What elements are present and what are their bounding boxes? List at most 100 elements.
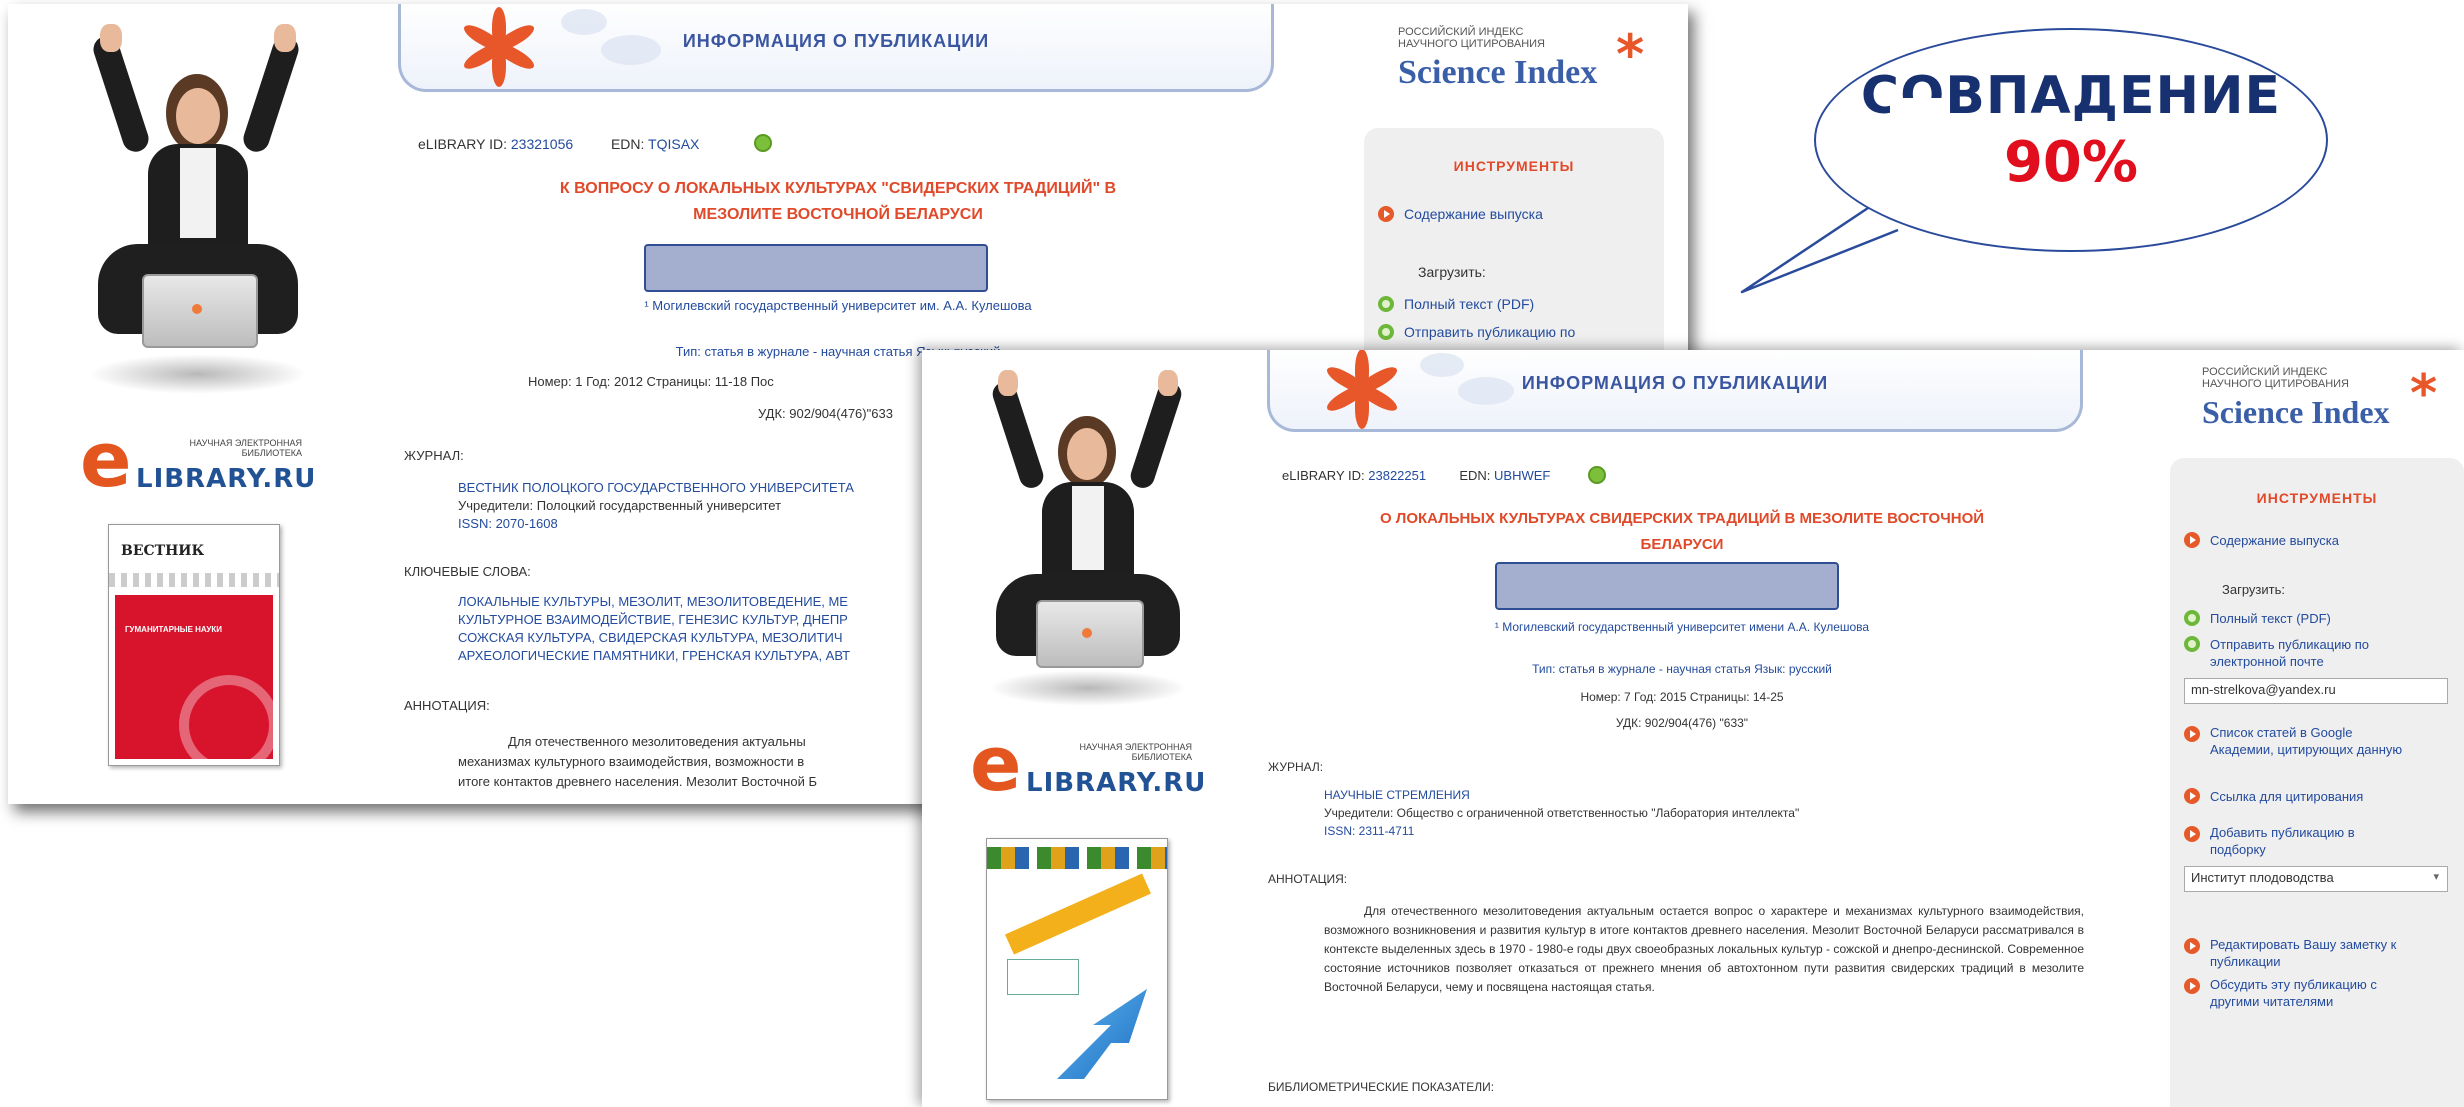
si-caption-1: РОССИЙСКИЙ ИНДЕКС [2202,366,2328,378]
contents-arrow-icon [1378,206,1394,222]
elibrary-logo-caption-top: НАУЧНАЯ ЭЛЕКТРОННАЯ [189,438,302,448]
type-language-row: Тип: статья в журнале - научная статья Я… [1532,662,1832,676]
email-icon [1378,324,1394,340]
contents-arrow-icon [2184,532,2200,548]
publication-info-banner: ИНФОРМАЦИЯ О ПУБЛИКАЦИИ [1267,350,2083,432]
redacted-authors-box [644,244,988,292]
tools-add-link[interactable]: Добавить публикацию в подборку [2210,824,2410,858]
orcid-icon[interactable] [1588,466,1606,484]
elibrary-id-row: eLIBRARY ID: 23822251 EDN: UBHWEF [1282,468,1550,483]
cover-title: ВЕСТНИК [121,543,205,559]
elibrary-logo-caption-top: НАУЧНАЯ ЭЛЕКТРОННАЯ [1079,742,1192,752]
tools-contents-link[interactable]: Содержание выпуска [2210,532,2339,549]
girl-with-laptop-image [78,24,318,394]
collection-select-value: Институт плодоводства [2191,870,2334,885]
elibrary-logo[interactable]: e НАУЧНАЯ ЭЛЕКТРОННАЯ БИБЛИОТЕКА LIBRARY… [80,420,315,504]
article-title-line1: О ЛОКАЛЬНЫХ КУЛЬТУРАХ СВИДЕРСКИХ ТРАДИЦИ… [1379,510,1985,527]
elibrary-logo-caption-mid: БИБЛИОТЕКА [1131,752,1192,762]
pdf-icon [2184,610,2200,626]
journal-cover-image[interactable]: ВЕСТНИК ГУМАНИТАРНЫЕ НАУКИ [108,524,280,766]
banner-title: ИНФОРМАЦИЯ О ПУБЛИКАЦИИ [682,31,990,51]
elibrary-logo[interactable]: e НАУЧНАЯ ЭЛЕКТРОННАЯ БИБЛИОТЕКА LIBRARY… [970,724,1205,808]
keywords-label: КЛЮЧЕВЫЕ СЛОВА: [404,564,531,579]
cover-subtitle: ГУМАНИТАРНЫЕ НАУКИ [125,625,223,634]
tools-discuss-link[interactable]: Обсудить эту публикацию с другими читате… [2210,976,2420,1010]
journal-issn[interactable]: ISSN: 2070-1608 [458,516,558,531]
tools-google-link[interactable]: Список статей в Google Академии, цитирую… [2210,724,2410,758]
collection-select[interactable]: Институт плодоводства ▾ [2184,866,2448,892]
tools-download-label: Загрузить: [1418,264,1486,280]
edn-link[interactable]: TQISAX [648,136,699,152]
abstract-label: АННОТАЦИЯ: [404,698,490,713]
banner-title: ИНФОРМАЦИЯ О ПУБЛИКАЦИИ [1521,373,1829,393]
journal-issn[interactable]: ISSN: 2311-4711 [1324,824,1414,838]
edn-label: EDN: [1459,468,1491,483]
abstract-line-1: Для отечественного мезолитоведения актуа… [508,734,806,749]
article-title-line1: К ВОПРОСУ О ЛОКАЛЬНЫХ КУЛЬТУРАХ "СВИДЕРС… [559,180,1117,197]
elibrary-logo-caption-mid: БИБЛИОТЕКА [241,448,302,458]
journal-label: ЖУРНАЛ: [1268,760,1324,774]
edn-label: EDN: [610,136,645,152]
publication-screenshot-2: e НАУЧНАЯ ЭЛЕКТРОННАЯ БИБЛИОТЕКА LIBRARY… [922,350,2464,1107]
elibrary-id-label: eLIBRARY ID: [418,136,507,152]
publication-info-banner: ИНФОРМАЦИЯ О ПУБЛИКАЦИИ [398,4,1274,92]
edn-link[interactable]: UBHWEF [1494,468,1550,483]
journal-name-link[interactable]: ВЕСТНИК ПОЛОЦКОГО ГОСУДАРСТВЕННОГО УНИВЕ… [458,480,854,495]
journal-label: ЖУРНАЛ: [404,448,464,463]
elibrary-id-link[interactable]: 23822251 [1368,468,1426,483]
elibrary-id-link[interactable]: 23321056 [511,136,573,152]
abstract-line-3: итоге контактов древнего населения. Мезо… [458,774,817,789]
science-index-logo[interactable]: РОССИЙСКИЙ ИНДЕКС НАУЧНОГО ЦИТИРОВАНИЯ S… [2202,364,2452,444]
keywords-line-3[interactable]: СОЖСКАЯ КУЛЬТУРА, СВИДЕРСКАЯ КУЛЬТУРА, М… [458,630,843,645]
bibliometrics-label: БИБЛИОМЕТРИЧЕСКИЕ ПОКАЗАТЕЛИ: [1268,1080,1495,1094]
redacted-authors-box [1495,562,1839,610]
si-caption-1: РОССИЙСКИЙ ИНДЕКС [1398,26,1524,38]
add-collection-arrow-icon [2184,826,2200,842]
si-name: Science Index [2202,394,2390,430]
bubble-tail-mask [1890,98,1950,188]
note-arrow-icon [2184,938,2200,954]
tools-title: ИНСТРУМЕНТЫ [1453,158,1575,174]
tools-panel: ИНСТРУМЕНТЫ Содержание выпуска Загрузить… [2170,458,2464,1107]
tools-cite-link[interactable]: Ссылка для цитирования [2210,788,2363,805]
science-index-logo[interactable]: РОССИЙСКИЙ ИНДЕКС НАУЧНОГО ЦИТИРОВАНИЯ S… [1398,24,1658,104]
email-input[interactable]: mn-strelkova@yandex.ru [2184,678,2448,704]
tools-email-link[interactable]: Отправить публикацию по электронной почт… [2210,636,2420,670]
abstract-label: АННОТАЦИЯ: [1268,872,1348,886]
elibrary-logo-text: LIBRARY.RU [1026,768,1207,798]
journal-cover-image[interactable] [986,838,1168,1100]
si-name: Science Index [1398,54,1598,91]
keywords-line-2[interactable]: КУЛЬТУРНОЕ ВЗАИМОДЕЙСТВИЕ, ГЕНЕЗИС КУЛЬТ… [458,612,848,627]
elibrary-id-row: eLIBRARY ID: 23321056 EDN: TQISAX [418,136,699,152]
issue-row: Номер: 1 Год: 2012 Страницы: 11-18 Пос [528,374,774,389]
pdf-icon [1378,296,1394,312]
abstract-line-2: механизмах культурного взаимодействия, в… [458,754,805,769]
tools-contents-link[interactable]: Содержание выпуска [1404,206,1543,223]
abstract-paragraph: Для отечественного мезолитоведения актуа… [1324,904,2085,994]
affiliation[interactable]: ¹ Могилевский государственный университе… [1282,620,2082,634]
chevron-down-icon: ▾ [2433,871,2439,883]
tools-download-label: Загрузить: [2222,582,2285,597]
orcid-icon[interactable] [754,134,772,152]
cite-arrow-icon [2184,788,2200,804]
abstract-text: Для отечественного мезолитоведения актуа… [1324,902,2084,997]
journal-founder: Учредители: Полоцкий государственный уни… [458,498,782,513]
elibrary-logo-text: LIBRARY.RU [136,464,317,494]
tools-fulltext-link[interactable]: Полный текст (PDF) [1404,296,1534,313]
keywords-line-4[interactable]: АРХЕОЛОГИЧЕСКИЕ ПАМЯТНИКИ, ГРЕНСКАЯ КУЛЬ… [458,648,850,663]
tools-email-link[interactable]: Отправить публикацию по [1404,324,1575,341]
si-caption-2: НАУЧНОГО ЦИТИРОВАНИЯ [1398,38,1545,50]
girl-with-laptop-image [978,370,1198,710]
issue-row: Номер: 7 Год: 2015 Страницы: 14-25 [1580,690,1784,704]
affiliation[interactable]: ¹ Могилевский государственный университе… [408,298,1268,313]
asterisk-icon: * [2410,364,2438,424]
tools-note-link[interactable]: Редактировать Вашу заметку к публикации [2210,936,2420,970]
journal-name-link[interactable]: НАУЧНЫЕ СТРЕМЛЕНИЯ [1324,788,1470,802]
udk-row: УДК: 902/904(476) "633" [1615,716,1749,730]
article-title-line2: МЕЗОЛИТЕ ВОСТОЧНОЙ БЕЛАРУСИ [693,206,983,223]
tools-fulltext-link[interactable]: Полный текст (PDF) [2210,610,2331,627]
asterisk-icon: * [1616,23,1645,86]
tools-title: ИНСТРУМЕНТЫ [2256,490,2378,506]
keywords-line-1[interactable]: ЛОКАЛЬНЫЕ КУЛЬТУРЫ, МЕЗОЛИТ, МЕЗОЛИТОВЕД… [458,594,848,609]
journal-founder: Учредители: Общество с ограниченной отве… [1324,806,1800,820]
